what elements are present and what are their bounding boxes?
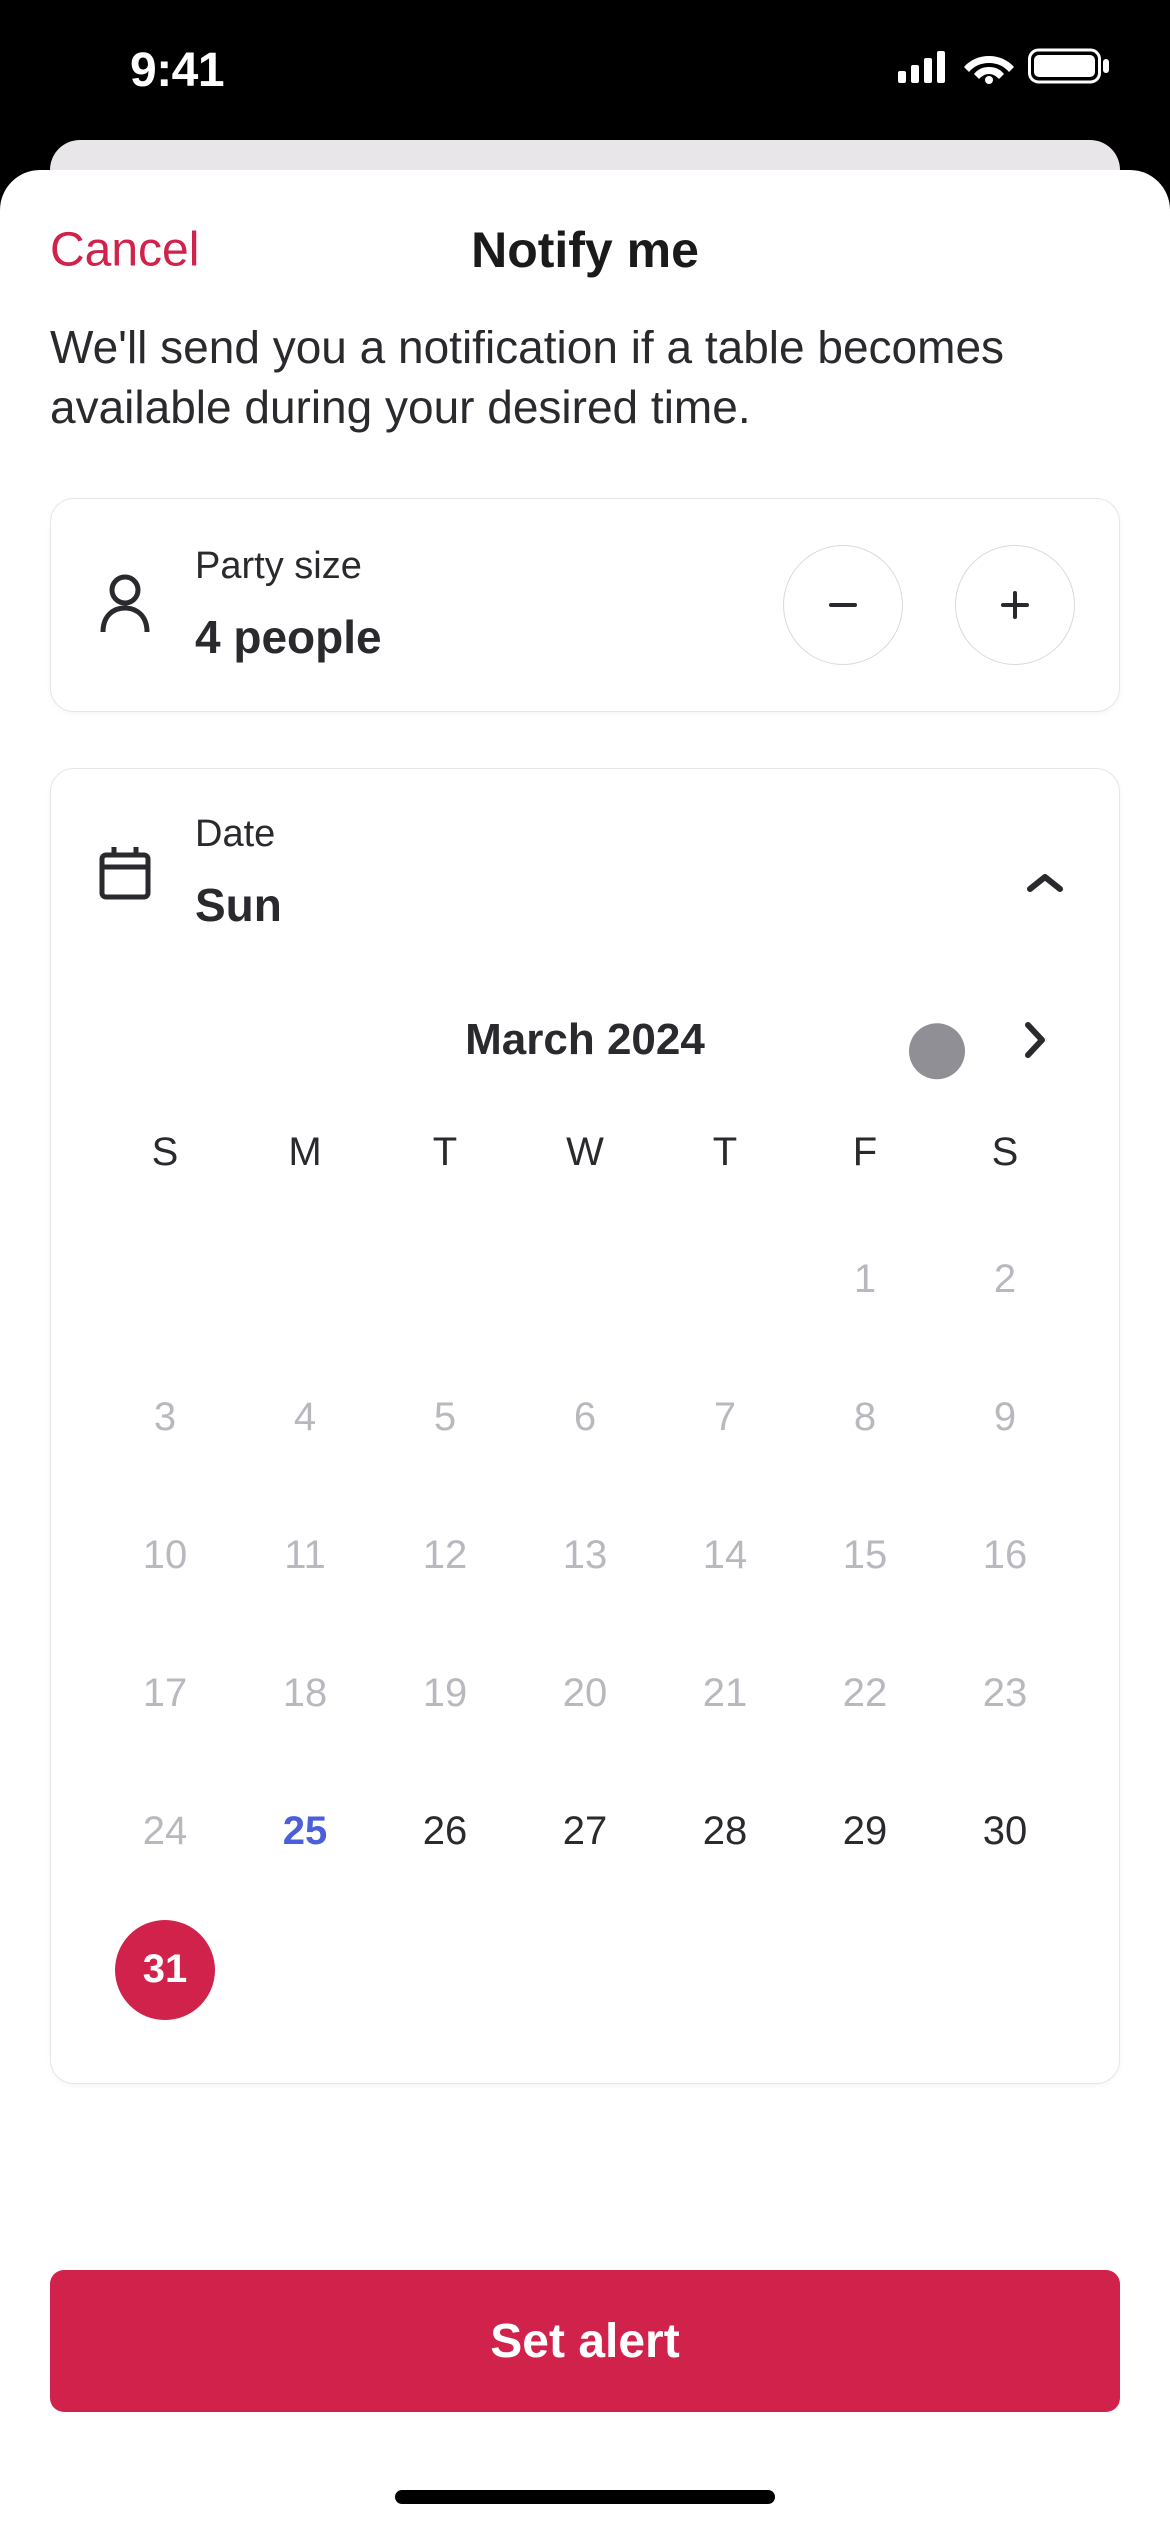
calendar-day[interactable]: 10 <box>95 1487 235 1625</box>
minus-icon <box>823 585 863 625</box>
calendar-day[interactable]: 5 <box>375 1349 515 1487</box>
calendar-day[interactable]: 8 <box>795 1349 935 1487</box>
calendar-day <box>375 1211 515 1349</box>
plus-icon <box>995 585 1035 625</box>
decrement-button[interactable] <box>783 545 903 665</box>
month-label: March 2024 <box>465 1015 705 1065</box>
calendar-day <box>95 1211 235 1349</box>
party-size-value: 4 people <box>195 610 743 664</box>
weekday-label: S <box>95 1130 235 1175</box>
calendar-day[interactable]: 6 <box>515 1349 655 1487</box>
calendar-day[interactable]: 21 <box>655 1625 795 1763</box>
calendar-day[interactable]: 4 <box>235 1349 375 1487</box>
wifi-icon <box>964 48 1014 84</box>
weekday-label: F <box>795 1130 935 1175</box>
sheet-header: Cancel Notify me <box>0 170 1170 330</box>
calendar-week: 3456789 <box>95 1349 1075 1487</box>
cancel-button[interactable]: Cancel <box>50 223 199 278</box>
weekday-label: T <box>655 1130 795 1175</box>
weekday-row: S M T W T F S <box>95 1130 1075 1175</box>
calendar-day[interactable]: 20 <box>515 1625 655 1763</box>
calendar-day[interactable]: 26 <box>375 1763 515 1901</box>
calendar-day[interactable]: 28 <box>655 1763 795 1901</box>
calendar-day[interactable]: 31 <box>95 1901 235 2039</box>
calendar-day[interactable]: 27 <box>515 1763 655 1901</box>
calendar-day[interactable]: 9 <box>935 1349 1075 1487</box>
chevron-right-icon <box>1023 1020 1047 1060</box>
calendar-day[interactable]: 3 <box>95 1349 235 1487</box>
status-bar: 9:41 <box>0 0 1170 140</box>
party-size-card: Party size 4 people <box>50 498 1120 712</box>
party-size-label: Party size <box>195 545 743 588</box>
date-value: Sun <box>195 878 1075 932</box>
calendar-day[interactable]: 17 <box>95 1625 235 1763</box>
status-icons <box>898 47 1110 85</box>
calendar-day <box>515 1211 655 1349</box>
weekday-label: S <box>935 1130 1075 1175</box>
calendar-day <box>655 1901 795 2039</box>
date-card: Date Sun March 2024 S M T W T <box>50 768 1120 2084</box>
calendar-day <box>235 1901 375 2039</box>
calendar-day[interactable]: 2 <box>935 1211 1075 1349</box>
calendar-day <box>795 1901 935 2039</box>
calendar-day[interactable]: 22 <box>795 1625 935 1763</box>
calendar-day[interactable]: 29 <box>795 1763 935 1901</box>
next-month-button[interactable] <box>1005 1010 1065 1070</box>
calendar-day <box>655 1211 795 1349</box>
calendar-day[interactable]: 19 <box>375 1625 515 1763</box>
calendar-day[interactable]: 30 <box>935 1763 1075 1901</box>
calendar-day[interactable]: 18 <box>235 1625 375 1763</box>
collapse-button[interactable] <box>1015 853 1075 913</box>
calendar-day <box>515 1901 655 2039</box>
home-indicator <box>395 2490 775 2504</box>
notify-modal: Cancel Notify me We'll send you a notifi… <box>0 170 1170 2532</box>
status-time: 9:41 <box>130 43 224 98</box>
footer: Set alert <box>50 2270 1120 2412</box>
battery-icon <box>1028 47 1110 85</box>
calendar-day[interactable]: 14 <box>655 1487 795 1625</box>
party-stepper <box>783 545 1075 665</box>
weekday-label: W <box>515 1130 655 1175</box>
calendar-day[interactable]: 16 <box>935 1487 1075 1625</box>
date-label: Date <box>195 813 1075 856</box>
calendar-day[interactable]: 23 <box>935 1625 1075 1763</box>
calendar-day <box>935 1901 1075 2039</box>
calendar-day[interactable]: 1 <box>795 1211 935 1349</box>
calendar-day[interactable]: 25 <box>235 1763 375 1901</box>
calendar-day[interactable]: 11 <box>235 1487 375 1625</box>
calendar-week: 24252627282930 <box>95 1763 1075 1901</box>
calendar-day[interactable]: 12 <box>375 1487 515 1625</box>
calendar-day <box>235 1211 375 1349</box>
calendar-grid: 1234567891011121314151617181920212223242… <box>95 1211 1075 2039</box>
calendar-day[interactable]: 24 <box>95 1763 235 1901</box>
calendar-day[interactable]: 7 <box>655 1349 795 1487</box>
month-row: March 2024 <box>95 990 1075 1090</box>
calendar-week: 12 <box>95 1211 1075 1349</box>
chevron-up-icon <box>1026 871 1064 895</box>
page-title: Notify me <box>471 221 699 279</box>
sheet-body: We'll send you a notification if a table… <box>0 330 1170 2532</box>
loading-indicator-icon <box>909 1023 965 1079</box>
calendar-day[interactable]: 13 <box>515 1487 655 1625</box>
weekday-label: M <box>235 1130 375 1175</box>
calendar-week: 10111213141516 <box>95 1487 1075 1625</box>
calendar-icon <box>95 843 155 901</box>
increment-button[interactable] <box>955 545 1075 665</box>
calendar-day[interactable]: 15 <box>795 1487 935 1625</box>
calendar-day <box>375 1901 515 2039</box>
description-text: We'll send you a notification if a table… <box>50 330 1120 438</box>
weekday-label: T <box>375 1130 515 1175</box>
cellular-icon <box>898 49 950 83</box>
calendar-week: 31 <box>95 1901 1075 2039</box>
person-icon <box>95 574 155 636</box>
set-alert-button[interactable]: Set alert <box>50 2270 1120 2412</box>
calendar-week: 17181920212223 <box>95 1625 1075 1763</box>
